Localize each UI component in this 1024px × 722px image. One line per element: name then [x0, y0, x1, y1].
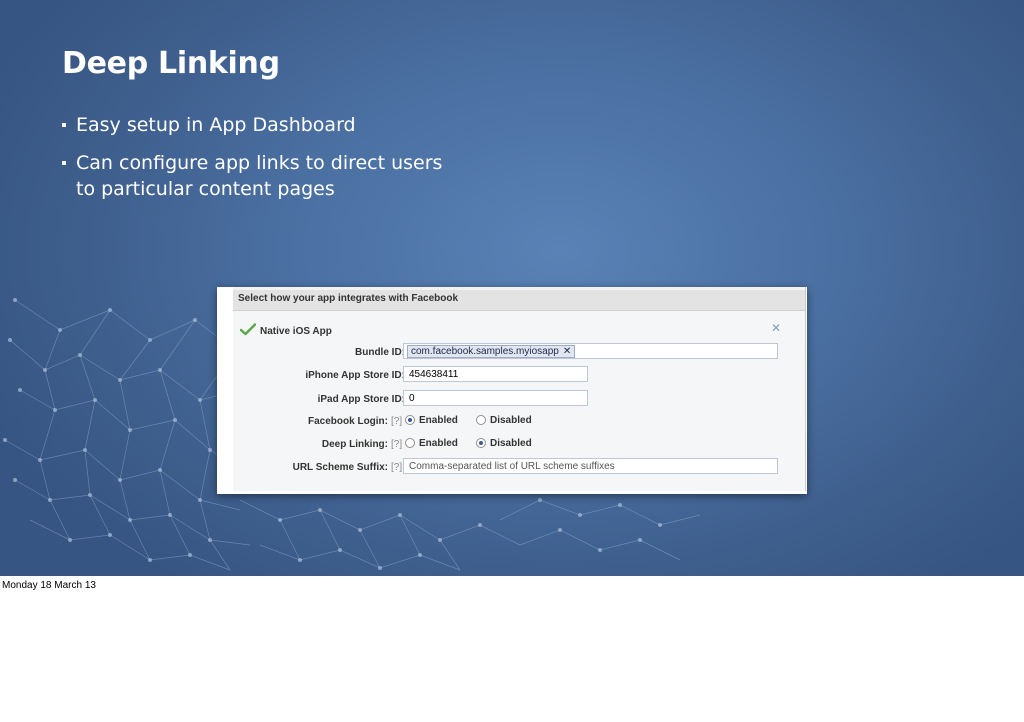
bullet-text: Easy setup in App Dashboard	[76, 114, 356, 136]
facebook-login-row: Facebook Login: [?] Enabled Disabled	[233, 412, 805, 432]
footer-date: Monday 18 March 13	[2, 580, 96, 591]
app-platform-title: Native iOS App	[260, 326, 332, 337]
slide-title: Deep Linking	[62, 46, 280, 81]
bullet-marker	[62, 123, 66, 127]
deep-linking-row: Deep Linking: [?] Enabled Disabled	[233, 435, 805, 455]
checkmark-icon	[240, 323, 256, 336]
bundle-id-token[interactable]: com.facebook.samples.myiosapp ✕	[407, 345, 576, 358]
deep-linking-disabled-radio[interactable]	[476, 438, 486, 448]
deep-linking-enabled-label[interactable]: Enabled	[419, 438, 458, 449]
url-scheme-suffix-row: URL Scheme Suffix: [?] Comma-separated l…	[233, 458, 805, 478]
ipad-store-id-row: iPad App Store ID: 0	[233, 390, 805, 410]
help-link[interactable]: [?]	[391, 462, 402, 473]
url-scheme-suffix-input[interactable]: Comma-separated list of URL scheme suffi…	[403, 458, 778, 474]
deep-linking-enabled-radio[interactable]	[405, 438, 415, 448]
bullet-item: Easy setup in App Dashboard	[62, 112, 466, 138]
bullet-marker	[62, 161, 66, 165]
iphone-store-id-input[interactable]: 454638411	[403, 366, 588, 382]
bundle-id-label: Bundle ID:	[355, 347, 405, 358]
bullet-list: Easy setup in App Dashboard Can configur…	[62, 112, 466, 214]
section-header: Select how your app integrates with Face…	[233, 290, 805, 311]
native-ios-app-panel: Native iOS App ✕ Bundle ID: [?] com.face…	[233, 311, 805, 491]
bundle-id-input[interactable]: com.facebook.samples.myiosapp ✕	[403, 343, 778, 359]
facebook-login-disabled-radio[interactable]	[476, 415, 486, 425]
close-icon[interactable]: ✕	[771, 321, 781, 335]
bundle-id-token-text: com.facebook.samples.myiosapp	[411, 346, 559, 357]
bullet-text: Can configure app links to direct users …	[76, 152, 443, 200]
iphone-store-id-row: iPhone App Store ID: 454638411	[233, 366, 805, 386]
facebook-login-disabled-label[interactable]: Disabled	[490, 415, 532, 426]
slide: Deep Linking Easy setup in App Dashboard…	[0, 0, 1024, 576]
section-header-text: Select how your app integrates with Face…	[238, 293, 459, 304]
deep-linking-disabled-label[interactable]: Disabled	[490, 438, 532, 449]
ipad-store-id-input[interactable]: 0	[403, 390, 588, 406]
facebook-login-enabled-radio[interactable]	[405, 415, 415, 425]
url-scheme-suffix-placeholder: Comma-separated list of URL scheme suffi…	[409, 461, 615, 472]
token-remove-icon[interactable]: ✕	[563, 346, 571, 357]
dashboard-screenshot: Select how your app integrates with Face…	[217, 287, 807, 494]
bullet-item: Can configure app links to direct users …	[62, 150, 466, 202]
ipad-store-id-label: iPad App Store ID:	[317, 394, 405, 405]
bundle-id-row: Bundle ID: [?] com.facebook.samples.myio…	[233, 343, 805, 363]
deep-linking-label: Deep Linking:	[321, 439, 388, 450]
facebook-login-label: Facebook Login:	[308, 416, 388, 427]
facebook-login-enabled-label[interactable]: Enabled	[419, 415, 458, 426]
url-scheme-suffix-label: URL Scheme Suffix:	[292, 462, 388, 473]
help-link[interactable]: [?]	[391, 439, 402, 450]
help-link[interactable]: [?]	[391, 416, 402, 427]
dashboard-panel: Select how your app integrates with Face…	[233, 287, 806, 491]
iphone-store-id-label: iPhone App Store ID:	[305, 370, 405, 381]
